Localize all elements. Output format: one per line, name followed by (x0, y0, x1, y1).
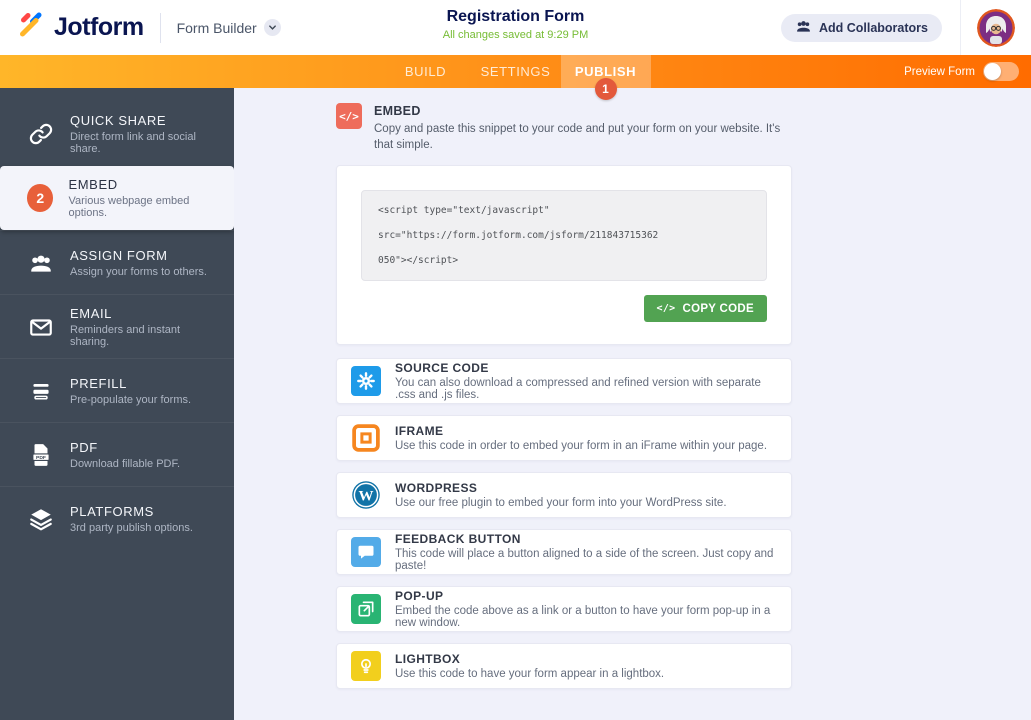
step-badge-1: 1 (594, 78, 617, 100)
add-collaborators-button[interactable]: Add Collaborators (780, 13, 942, 42)
svg-text:W: W (359, 488, 374, 504)
sidebar-item-desc: Download fillable PDF. (70, 457, 181, 470)
copy-code-label: COPY CODE (682, 302, 754, 315)
people-icon (27, 249, 55, 277)
publish-main-panel: </> EMBED Copy and paste this snippet to… (234, 88, 1031, 720)
popup-window-icon (351, 594, 381, 625)
step-badge-2: 2 (27, 184, 54, 212)
sidebar-item-label: EMAIL (70, 305, 113, 321)
sidebar-item-pdf[interactable]: PDF PDF Download fillable PDF. (0, 422, 234, 486)
gear-icon (351, 366, 381, 397)
sidebar-item-label: PDF (70, 439, 98, 455)
option-title: POP-UP (395, 589, 444, 604)
add-collaborators-label: Add Collaborators (818, 20, 928, 35)
sidebar-item-assign-form[interactable]: ASSIGN FORM Assign your forms to others. (0, 230, 234, 294)
code-icon: </> (656, 303, 676, 315)
option-popup[interactable]: POP-UP Embed the code above as a link or… (336, 586, 792, 633)
header-divider (960, 0, 961, 55)
chevron-down-icon[interactable] (263, 19, 281, 36)
option-title: FEEDBACK BUTTON (395, 532, 521, 547)
jotform-logo[interactable]: Jotform (16, 11, 144, 44)
sidebar-item-embed[interactable]: 2 EMBED Various webpage embed options. (0, 166, 234, 230)
prefill-icon (27, 377, 55, 405)
sidebar-item-label: PREFILL (70, 375, 127, 391)
sidebar-item-desc: Pre-populate your forms. (70, 393, 192, 406)
toggle-knob (984, 63, 1001, 80)
envelope-icon (27, 313, 55, 341)
sidebar-item-desc: Reminders and instant sharing. (70, 323, 181, 348)
svg-text:PDF: PDF (36, 454, 46, 460)
option-lightbox[interactable]: LIGHTBOX Use this code to have your form… (336, 643, 792, 690)
header-divider (159, 12, 161, 43)
sidebar-item-desc: 3rd party publish options. (70, 521, 193, 534)
sidebar-item-label: QUICK SHARE (70, 113, 167, 128)
code-line: 050"></script> (378, 255, 459, 267)
avatar[interactable] (977, 8, 1015, 47)
sidebar-item-label: PLATFORMS (70, 503, 154, 519)
tab-build[interactable]: BUILD (381, 55, 471, 88)
option-desc: Use this code in order to embed your for… (395, 440, 768, 453)
preview-form-toggle[interactable] (983, 62, 1019, 81)
sidebar-item-label: EMBED (68, 177, 118, 192)
pdf-icon: PDF (27, 441, 55, 469)
sidebar-item-desc: Direct form link and social share. (70, 131, 196, 155)
option-desc: You can also download a compressed and r… (395, 377, 761, 402)
code-icon: </> (336, 103, 362, 129)
top-header: Jotform Form Builder Registration Form A… (0, 0, 1031, 55)
sidebar-item-email[interactable]: EMAIL Reminders and instant sharing. (0, 294, 234, 358)
section-title: EMBED (374, 104, 421, 118)
people-icon (795, 19, 812, 36)
option-desc: Use our free plugin to embed your form i… (395, 497, 727, 510)
sidebar-item-desc: Assign your forms to others. (70, 265, 207, 278)
option-title: SOURCE CODE (395, 361, 489, 376)
brand-name: Jotform (54, 13, 144, 41)
option-source-code[interactable]: SOURCE CODE You can also download a comp… (336, 358, 792, 405)
option-title: IFRAME (395, 424, 444, 439)
form-builder-menu[interactable]: Form Builder (177, 19, 281, 36)
embed-code-snippet[interactable]: <script type="text/javascript" src="http… (361, 190, 767, 282)
sidebar-item-quick-share[interactable]: QUICK SHARE Direct form link and social … (0, 102, 234, 166)
embed-section-header: </> EMBED Copy and paste this snippet to… (336, 103, 792, 153)
sidebar-item-desc: Various webpage embed options. (68, 195, 190, 219)
section-description: Copy and paste this snippet to your code… (374, 123, 781, 151)
jotform-logo-icon (16, 11, 44, 44)
lightbulb-icon (351, 651, 381, 682)
copy-code-button[interactable]: </> COPY CODE (643, 295, 767, 323)
option-title: LIGHTBOX (395, 652, 461, 667)
embed-options-list: SOURCE CODE You can also download a comp… (336, 358, 792, 690)
option-feedback-button[interactable]: FEEDBACK BUTTON This code will place a b… (336, 529, 792, 576)
code-line: src="https://form.jotform.com/jsform/211… (378, 230, 659, 242)
option-title: WORDPRESS (395, 481, 478, 496)
preview-form-label: Preview Form (904, 65, 975, 78)
sidebar-item-label: ASSIGN FORM (70, 247, 168, 263)
option-desc: This code will place a button aligned to… (395, 548, 774, 573)
main-navbar: BUILD SETTINGS PUBLISH 1 Preview Form (0, 55, 1031, 100)
layers-icon (27, 505, 55, 533)
option-desc: Embed the code above as a link or a butt… (395, 605, 771, 630)
option-iframe[interactable]: IFRAME Use this code in order to embed y… (336, 415, 792, 462)
publish-sidebar: QUICK SHARE Direct form link and social … (0, 88, 234, 720)
sidebar-item-prefill[interactable]: PREFILL Pre-populate your forms. (0, 358, 234, 422)
iframe-icon (351, 423, 381, 454)
link-icon (27, 120, 55, 148)
wordpress-icon: W (351, 480, 381, 510)
sidebar-item-platforms[interactable]: PLATFORMS 3rd party publish options. (0, 486, 234, 550)
code-line: <script type="text/javascript" (378, 205, 550, 217)
tab-settings[interactable]: SETTINGS (471, 55, 561, 88)
embed-code-card: <script type="text/javascript" src="http… (336, 165, 792, 346)
app-label-text: Form Builder (176, 19, 257, 36)
option-wordpress[interactable]: W WORDPRESS Use our free plugin to embed… (336, 472, 792, 519)
option-desc: Use this code to have your form appear i… (395, 668, 665, 681)
speech-bubble-icon (351, 537, 381, 568)
